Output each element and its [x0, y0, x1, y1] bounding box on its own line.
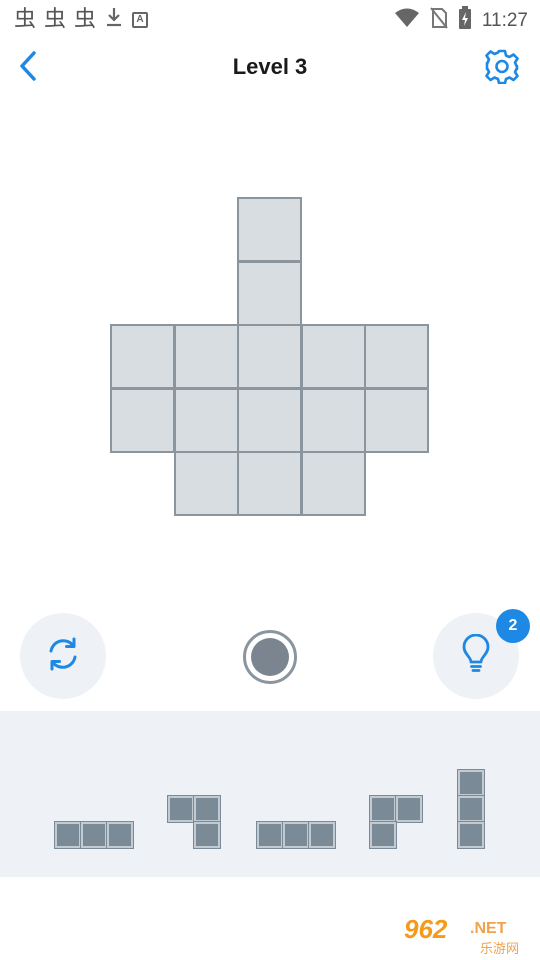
status-left: 虫 虫 虫 A — [14, 6, 149, 33]
tray-piece[interactable] — [54, 821, 134, 849]
tray-piece[interactable] — [167, 795, 221, 849]
board-cell[interactable] — [237, 197, 303, 262]
tray-piece[interactable] — [256, 821, 336, 849]
piece-cell — [167, 795, 195, 823]
piece-cell — [193, 795, 221, 823]
board-cell[interactable] — [237, 451, 303, 517]
board-cell[interactable] — [237, 260, 303, 326]
status-right: 11:27 — [394, 6, 528, 35]
clock: 11:27 — [481, 9, 528, 31]
no-sim-icon — [430, 7, 448, 34]
record-button[interactable] — [243, 630, 297, 684]
watermark-sub: 乐游网 — [480, 942, 520, 957]
level-title: Level 3 — [232, 54, 308, 79]
board-cell[interactable] — [173, 387, 239, 453]
piece-cell — [106, 821, 134, 849]
watermark-logo: 962 .NET 乐游网 — [404, 914, 534, 957]
board-cell[interactable] — [364, 324, 430, 390]
notification-glyph: 虫 — [74, 6, 97, 32]
watermark-net: .NET — [470, 920, 507, 937]
board-cell[interactable] — [110, 324, 175, 390]
piece-cell — [395, 795, 423, 823]
notification-glyph: 虫 — [14, 6, 37, 32]
notification-glyph: 虫 — [44, 6, 67, 32]
tray-piece[interactable] — [369, 795, 423, 849]
app-header: Level 3 — [0, 40, 540, 96]
piece-cell — [457, 769, 485, 797]
gear-icon — [484, 48, 520, 89]
board-cell[interactable] — [173, 451, 239, 517]
piece-cell — [282, 821, 310, 849]
status-bar: 虫 虫 虫 A 11:27 — [0, 0, 540, 36]
board-cell[interactable] — [300, 387, 366, 453]
record-icon — [251, 638, 289, 676]
piece-cell — [369, 795, 397, 823]
restart-button[interactable] — [20, 613, 106, 699]
download-icon — [104, 6, 124, 33]
watermark-main: 962 — [404, 914, 448, 944]
refresh-icon — [43, 634, 83, 679]
piece-cell — [54, 821, 82, 849]
board-cell[interactable] — [237, 324, 303, 390]
piece-cell — [256, 821, 284, 849]
board-cell[interactable] — [173, 324, 239, 390]
piece-cell — [80, 821, 108, 849]
battery-icon — [458, 6, 472, 35]
board-cell[interactable] — [364, 387, 430, 453]
keyboard-badge-icon: A — [132, 11, 149, 28]
piece-cell — [457, 821, 485, 849]
board-cell[interactable] — [237, 387, 303, 453]
board-cell[interactable] — [300, 324, 366, 390]
piece-cell — [457, 795, 485, 823]
settings-button[interactable] — [482, 48, 522, 88]
piece-cell — [193, 821, 221, 849]
lightbulb-icon — [459, 633, 493, 679]
wifi-icon — [394, 8, 420, 33]
tray-piece[interactable] — [457, 769, 485, 849]
board-cell[interactable] — [110, 387, 175, 453]
board-cell[interactable] — [300, 451, 366, 517]
piece-cell — [308, 821, 336, 849]
piece-cell — [369, 821, 397, 849]
hint-count-badge: 2 — [496, 609, 530, 643]
